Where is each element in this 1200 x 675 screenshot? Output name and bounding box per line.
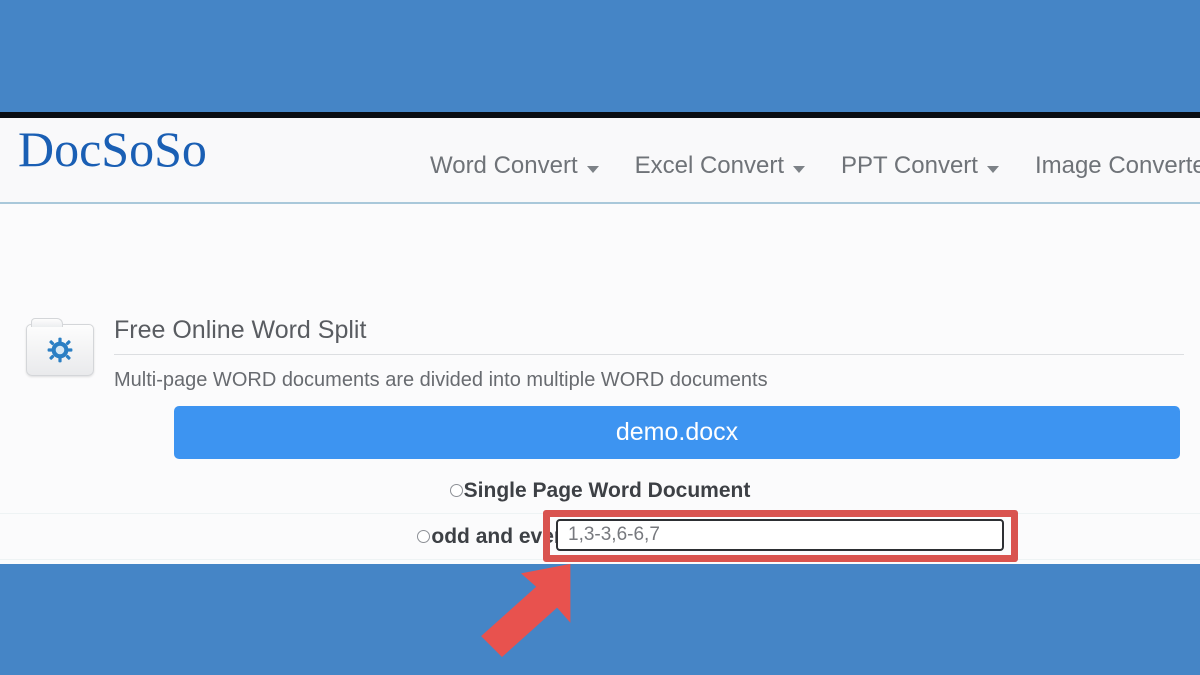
- chevron-down-icon: [586, 165, 599, 173]
- main-navigation: Word Convert Excel Convert PPT Convert I…: [430, 152, 1200, 180]
- nav-item-word-convert[interactable]: Word Convert: [430, 152, 599, 180]
- bottom-background-band: [0, 564, 1200, 675]
- chevron-down-icon: [986, 165, 999, 173]
- chevron-down-icon: [793, 165, 805, 173]
- screenshot-root: DocSoSo Word Convert Excel Convert PPT C…: [0, 0, 1200, 675]
- top-background-band: [0, 0, 1200, 112]
- nav-item-word-convert-label: Word Convert: [430, 152, 578, 179]
- site-logo-text: DocSoSo: [18, 121, 207, 177]
- nav-item-excel-convert[interactable]: Excel Convert: [635, 152, 805, 180]
- page-title: Free Online Word Split: [114, 316, 1184, 355]
- radio-single-page[interactable]: [449, 484, 463, 497]
- page-heading-block: Free Online Word Split Multi-page WORD d…: [114, 316, 1184, 392]
- site-logo[interactable]: DocSoSo: [18, 124, 207, 174]
- nav-item-excel-convert-label: Excel Convert: [634, 152, 784, 179]
- page-subtitle: Multi-page WORD documents are divided in…: [114, 369, 768, 391]
- nav-item-ppt-convert[interactable]: PPT Convert: [841, 152, 999, 180]
- site-header: DocSoSo Word Convert Excel Convert PPT C…: [0, 118, 1200, 204]
- nav-item-image-converter[interactable]: Image Converter: [1035, 152, 1200, 180]
- selected-file-button[interactable]: demo.docx: [174, 406, 1180, 459]
- nav-item-ppt-convert-label: PPT Convert: [841, 152, 978, 179]
- gear-icon: [26, 318, 94, 376]
- option-row-single-page[interactable]: Single Page Word Document: [0, 468, 1200, 514]
- page-range-input[interactable]: [556, 519, 1004, 551]
- option-label-single-page[interactable]: Single Page Word Document: [449, 478, 751, 503]
- option-text-single-page: Single Page Word Document: [463, 478, 751, 502]
- web-page-area: DocSoSo Word Convert Excel Convert PPT C…: [0, 118, 1200, 564]
- radio-odd-even[interactable]: [417, 530, 431, 543]
- selected-file-name: demo.docx: [615, 418, 739, 446]
- nav-item-image-converter-label: Image Converter: [1034, 152, 1200, 179]
